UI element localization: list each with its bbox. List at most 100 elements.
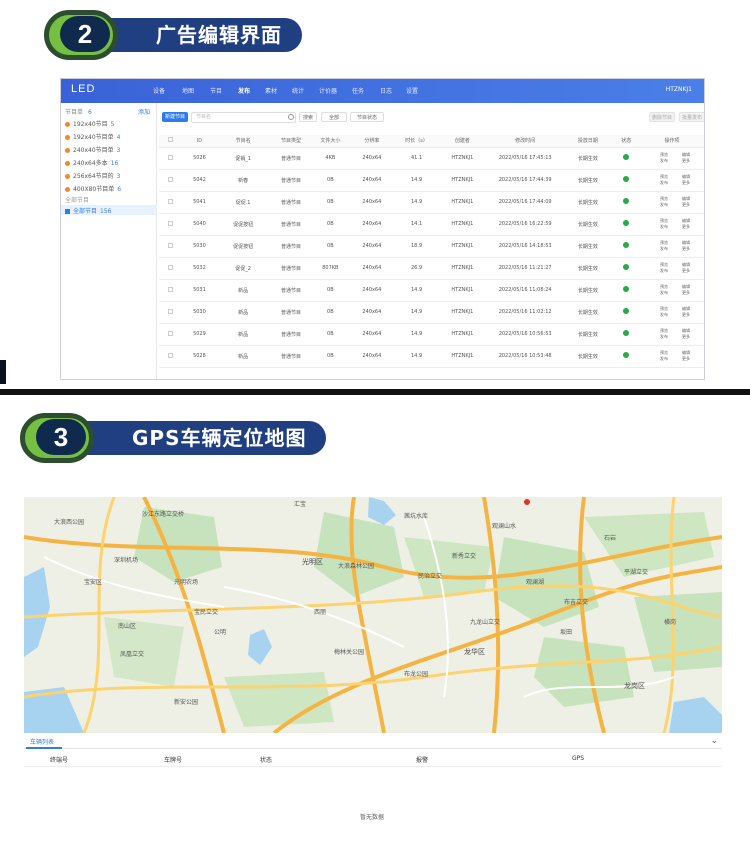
row-checkbox[interactable] [168,264,174,270]
publish-link[interactable]: 发布 [653,312,675,318]
sidebar-item[interactable]: 400X80节目单 6 [65,184,121,193]
sidebar-item-all[interactable]: 全部节目 156 [65,206,111,215]
table-row[interactable]: 5026 促销_1 普通节目 4KB 240x64 41.1 HTZNKJ1 2022/05/… [159,147,704,170]
more-link[interactable]: 更多 [675,224,697,230]
publish-link[interactable]: 发布 [653,224,675,230]
table-cell: 240x64 [348,147,396,170]
more-link[interactable]: 更多 [675,202,697,208]
nav-item-7[interactable]: 任务 [352,86,364,95]
sidebar-item[interactable]: 192x40节目 5 [65,119,114,128]
table-cell: 普通节目 [269,345,313,368]
more-link[interactable]: 更多 [675,334,697,340]
publish-link[interactable]: 发布 [653,180,675,186]
publish-link[interactable]: 发布 [653,334,675,340]
new-program-button[interactable]: 新建节目 [162,112,188,122]
col-header: 报警 [416,757,429,764]
nav-item-5[interactable]: 统计 [292,86,304,95]
nav-item-9[interactable]: 设置 [406,86,418,95]
sidebar-item[interactable]: 240x64多本 16 [65,158,118,167]
row-checkbox[interactable] [168,352,174,358]
table-row[interactable]: 5028 新品 普通节目 0B 240x64 14.9 HTZNKJ1 2022/05/16 … [159,345,704,368]
nav-item-3[interactable]: 发布 [238,86,250,95]
row-checkbox[interactable] [168,330,174,336]
table-cell: 普通节目 [269,169,313,192]
more-link[interactable]: 更多 [675,268,697,274]
more-link[interactable]: 更多 [675,180,697,186]
nav-item-0[interactable]: 设备 [153,86,165,95]
search-icon[interactable] [288,114,294,120]
table-cell: 新品 [216,345,270,368]
nav-item-4[interactable]: 素材 [265,86,277,95]
status-ok-icon [623,264,630,270]
publish-link[interactable]: 发布 [653,202,675,208]
chevron-down-icon[interactable]: ⌄ [710,736,718,746]
table-cell: 普通节目 [269,257,313,280]
batch-publish-button[interactable]: 批量发布 [679,112,704,122]
sidebar-item[interactable]: 256x64节目的 3 [65,171,120,180]
nav-item-1[interactable]: 地图 [182,86,194,95]
nav-item-2[interactable]: 节目 [210,86,222,95]
gps-map[interactable]: 沙江东路立交桥 汇宝 观澜山水 宝安区 大浪西公园 光明区 龙华区 茜坑水库 梅… [24,497,722,733]
sidebar-add-button[interactable]: 添加 [138,107,150,116]
col-header: 时长（s） [395,135,438,148]
map-label: 宝安区 [84,579,103,586]
delete-program-button[interactable]: 删除节目 [649,112,675,122]
nav-item-6[interactable]: 计价器 [319,86,337,95]
table-row[interactable]: 5032 促促_2 普通节目 807KB 240x64 26.9 HTZNKJ1 2022/0… [159,257,704,280]
row-checkbox[interactable] [168,286,174,292]
publish-link[interactable]: 发布 [653,268,675,274]
table-cell: 240x64 [348,191,396,214]
more-link[interactable]: 更多 [675,158,697,164]
publish-link[interactable]: 发布 [653,246,675,252]
col-header: 创建者 [437,135,487,148]
tab-vehicle-list[interactable]: 车辆列表 [30,737,54,746]
table-cell: 14.9 [395,169,438,192]
table-cell: 新品 [216,323,270,346]
map-label: 沙江东路立交桥 [142,511,185,518]
row-checkbox[interactable] [168,308,174,314]
filter-select-status[interactable]: 节目状态 [350,112,384,122]
table-row[interactable]: 5031 新品 普通节目 0B 240x64 14.9 HTZNKJ1 2022/05/16 … [159,279,704,302]
publish-link[interactable]: 发布 [653,290,675,296]
table-cell: 14.9 [395,345,438,368]
table-cell: 2022/05/16 10:53:48 [486,345,564,368]
map-label: 光明农场 [174,579,199,586]
status-ok-icon [623,220,630,226]
sidebar-all-header: 全部节目 [65,197,90,204]
more-link[interactable]: 更多 [675,356,697,362]
row-checkbox[interactable] [168,198,174,204]
row-checkbox[interactable] [168,176,174,182]
row-checkbox[interactable] [168,220,174,226]
table-row[interactable]: 5040 促促按钮 普通节目 0B 240x64 14.1 HTZNKJ1 2022/05/1… [159,213,704,236]
more-link[interactable]: 更多 [675,246,697,252]
row-checkbox[interactable] [168,154,174,160]
filter-select-all[interactable]: 全部 [321,112,347,122]
select-all-checkbox[interactable] [168,137,174,143]
table-cell: 普通节目 [269,279,313,302]
sidebar-item[interactable]: 192x40节目单 4 [65,132,120,141]
more-link[interactable]: 更多 [675,312,697,318]
user-name[interactable]: HTZNKJ1 [666,86,692,93]
sidebar-item[interactable]: 240x40节目单 3 [65,145,120,154]
folder-icon [65,148,70,153]
table-cell: 长期生效 [563,235,613,258]
sidebar-header-label: 节目单 [65,109,84,116]
table-row[interactable]: 5030 促促按钮 普通节目 0B 240x64 18.9 HTZNKJ1 2022/05/1… [159,235,704,258]
map-label: 南山区 [118,623,137,630]
table-row[interactable]: 5030 新品 普通节目 0B 240x64 14.9 HTZNKJ1 2022/05/16 … [159,301,704,324]
table-row[interactable]: 5042 新春 普通节目 0B 240x64 14.9 HTZNKJ1 2022/05/16 … [159,169,704,192]
nav-item-8[interactable]: 日志 [380,86,392,95]
table-cell: 2022/05/16 17:44:09 [486,191,564,214]
publish-link[interactable]: 发布 [653,158,675,164]
more-link[interactable]: 更多 [675,290,697,296]
top-nav-bar: LED 设备 地图 节目 发布 素材 统计 计价器 任务 日志 设置 HTZNK… [61,79,704,103]
table-cell: 2022/05/16 14:18:53 [486,235,564,258]
table-row[interactable]: 5041 促促.1 普通节目 0B 240x64 14.9 HTZNKJ1 2022/05/1… [159,191,704,214]
table-cell: 普通节目 [269,213,313,236]
search-input[interactable]: 节目名 [191,112,296,123]
table-cell: 240x64 [348,279,396,302]
table-row[interactable]: 5029 新品 普通节目 0B 240x64 14.9 HTZNKJ1 2022/05/16 … [159,323,704,346]
publish-link[interactable]: 发布 [653,356,675,362]
row-checkbox[interactable] [168,242,174,248]
search-button[interactable]: 搜索 [299,112,317,122]
